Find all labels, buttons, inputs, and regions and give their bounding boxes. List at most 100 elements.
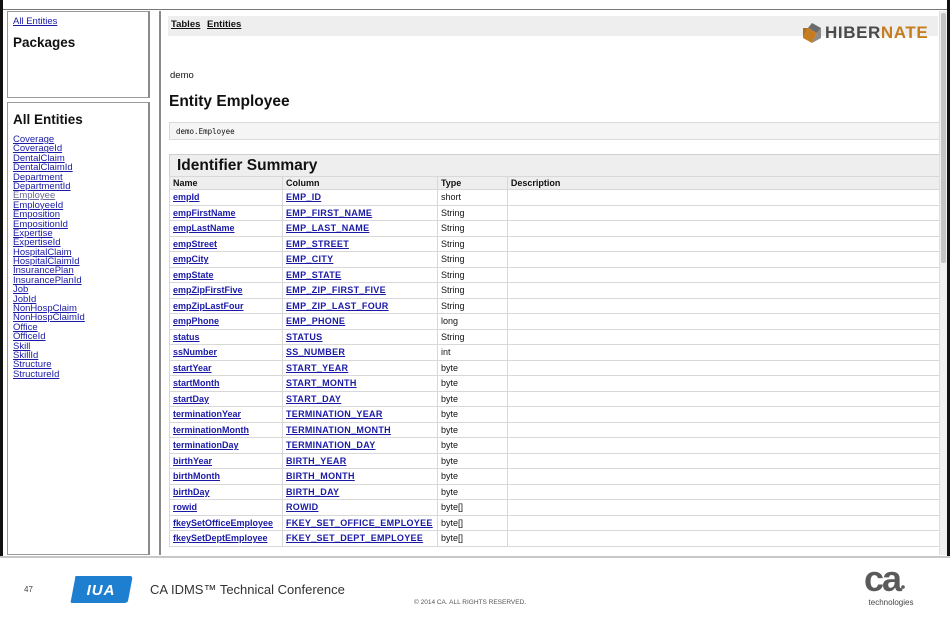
identifier-description (506, 468, 943, 485)
identifier-name-link[interactable]: empZipLastFour (173, 301, 244, 311)
identifier-column-link[interactable]: EMP_PHONE (286, 316, 345, 326)
identifier-name-link[interactable]: status (173, 332, 200, 342)
identifier-name-link[interactable]: empZipFirstFive (173, 285, 243, 295)
identifier-name-link[interactable]: empCity (173, 254, 209, 264)
identifier-column-link[interactable]: STATUS (286, 332, 322, 342)
identifier-name-link[interactable]: terminationMonth (173, 425, 249, 435)
identifier-name: empPhone (169, 313, 283, 330)
table-row: ssNumber SS_NUMBER int (169, 344, 943, 361)
identifier-name-link[interactable]: empId (173, 192, 200, 202)
hibernate-logo-icon (803, 23, 821, 43)
hibernate-logo: HIBER NATE (801, 21, 928, 45)
identifier-description (506, 452, 943, 469)
identifier-name: terminationYear (169, 406, 283, 423)
identifier-column-link[interactable]: EMP_FIRST_NAME (286, 208, 372, 218)
identifier-column-link[interactable]: EMP_CITY (286, 254, 333, 264)
identifier-name-link[interactable]: empLastName (173, 223, 235, 233)
identifier-column: EMP_STATE (281, 266, 438, 283)
table-row: fkeySetOfficeEmployee FKEY_SET_OFFICE_EMP… (169, 514, 943, 531)
identifier-column-link[interactable]: START_YEAR (286, 363, 348, 373)
copyright-notice: © 2014 CA. ALL RIGHTS RESERVED. (414, 599, 527, 606)
identifier-name: terminationDay (169, 437, 283, 454)
identifier-column-link[interactable]: BIRTH_DAY (286, 487, 339, 497)
identifier-name: terminationMonth (169, 421, 283, 438)
identifier-column-link[interactable]: EMP_LAST_NAME (286, 223, 369, 233)
identifier-name-link[interactable]: birthDay (173, 487, 210, 497)
identifier-column-link[interactable]: EMP_STATE (286, 270, 341, 280)
all-entities-link[interactable]: All Entities (13, 16, 57, 27)
nav-tables-link[interactable]: Tables (171, 19, 200, 30)
identifier-description (506, 204, 943, 221)
identifier-column-link[interactable]: TERMINATION_DAY (286, 440, 376, 450)
table-row: empFirstName EMP_FIRST_NAME String (169, 204, 943, 221)
identifier-column-link[interactable]: EMP_ID (286, 192, 321, 202)
table-row: empLastName EMP_LAST_NAME String (169, 220, 943, 237)
identifier-name-link[interactable]: startYear (173, 363, 212, 373)
table-row: empZipFirstFive EMP_ZIP_FIRST_FIVE String (169, 282, 943, 299)
identifier-type: byte[] (436, 499, 508, 516)
identifier-name: birthDay (169, 483, 283, 500)
identifier-name-link[interactable]: startMonth (173, 378, 220, 388)
identifier-table: Name Column Type Description empId EMP_ID… (169, 176, 943, 547)
identifier-name: rowid (169, 499, 283, 516)
identifier-column-link[interactable]: TERMINATION_YEAR (286, 409, 383, 419)
svg-text:technologies: technologies (869, 598, 914, 607)
identifier-description (506, 235, 943, 252)
identifier-type: String (436, 251, 508, 268)
identifier-type: short (436, 189, 508, 206)
svg-text:IUA: IUA (87, 582, 116, 599)
identifier-name-link[interactable]: empStreet (173, 239, 217, 249)
identifier-column-link[interactable]: BIRTH_MONTH (286, 471, 355, 481)
identifier-column: EMP_PHONE (281, 313, 438, 330)
identifier-column-link[interactable]: EMP_ZIP_FIRST_FIVE (286, 285, 386, 295)
identifier-name-link[interactable]: empPhone (173, 316, 219, 326)
identifier-name-link[interactable]: empState (173, 270, 214, 280)
identifier-name-link[interactable]: birthYear (173, 456, 212, 466)
identifier-type: byte (436, 359, 508, 376)
identifier-description (506, 390, 943, 407)
hibernate-logo-text-1: HIBER (825, 23, 881, 42)
scrollbar-thumb[interactable] (941, 13, 946, 263)
entity-link[interactable]: StructureId (13, 369, 59, 380)
identifier-description (506, 406, 943, 423)
identifier-name-link[interactable]: empFirstName (173, 208, 236, 218)
nav-entities-link[interactable]: Entities (207, 19, 241, 30)
identifier-type: byte[] (436, 530, 508, 547)
slide-divider (0, 556, 950, 558)
identifier-column-link[interactable]: SS_NUMBER (286, 347, 345, 357)
identifier-column-link[interactable]: ROWID (286, 502, 319, 512)
identifier-name-link[interactable]: terminationDay (173, 440, 239, 450)
identifier-description (506, 421, 943, 438)
identifier-description (506, 375, 943, 392)
identifier-name-link[interactable]: startDay (173, 394, 209, 404)
identifier-type: String (436, 282, 508, 299)
identifier-column: EMP_ID (281, 189, 438, 206)
vertical-scrollbar[interactable] (939, 11, 947, 555)
identifier-name-link[interactable]: rowid (173, 502, 197, 512)
identifier-column-link[interactable]: BIRTH_YEAR (286, 456, 347, 466)
table-row: empId EMP_ID short (169, 189, 943, 206)
identifier-name-link[interactable]: fkeySetDeptEmployee (173, 533, 268, 543)
identifier-column-link[interactable]: EMP_STREET (286, 239, 349, 249)
packages-title: Packages (13, 35, 76, 50)
identifier-column-link[interactable]: EMP_ZIP_LAST_FOUR (286, 301, 389, 311)
identifier-description (506, 499, 943, 516)
identifier-name-link[interactable]: terminationYear (173, 409, 241, 419)
ca-technologies-logo: ca technologies (864, 559, 914, 607)
identifier-name-link[interactable]: birthMonth (173, 471, 220, 481)
identifier-column-link[interactable]: FKEY_SET_DEPT_EMPLOYEE (286, 533, 423, 543)
identifier-column-link[interactable]: START_DAY (286, 394, 341, 404)
identifier-column-link[interactable]: START_MONTH (286, 378, 357, 388)
identifier-name-link[interactable]: fkeySetOfficeEmployee (173, 518, 273, 528)
identifier-description (506, 282, 943, 299)
identifier-name: ssNumber (169, 344, 283, 361)
identifier-column-link[interactable]: TERMINATION_MONTH (286, 425, 391, 435)
identifier-column: FKEY_SET_DEPT_EMPLOYEE (281, 530, 438, 547)
identifier-column-link[interactable]: FKEY_SET_OFFICE_EMPLOYEE (286, 518, 433, 528)
identifier-type: String (436, 266, 508, 283)
identifier-column: EMP_ZIP_LAST_FOUR (281, 297, 438, 314)
identifier-description (506, 266, 943, 283)
identifier-name-link[interactable]: ssNumber (173, 347, 217, 357)
identifier-type: byte (436, 468, 508, 485)
identifier-description (506, 514, 943, 531)
